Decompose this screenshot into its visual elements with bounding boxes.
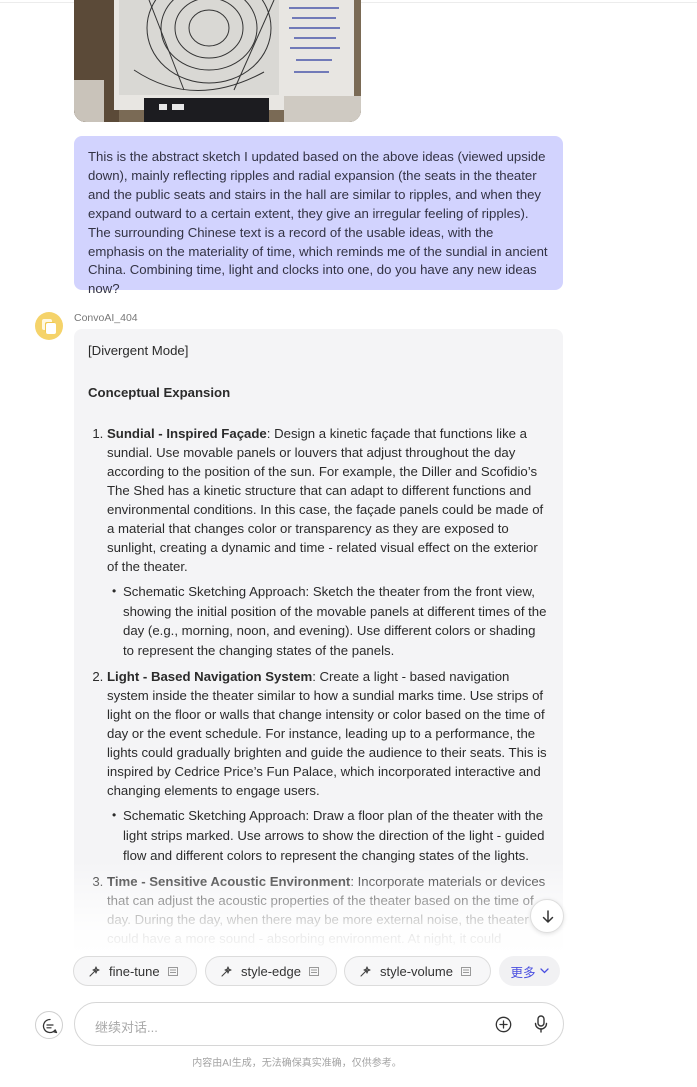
chip-label: style-volume [380, 963, 453, 979]
user-message-text: This is the abstract sketch I updated ba… [88, 149, 548, 297]
arrow-down-icon [542, 910, 554, 923]
idea-title: Light - Based Navigation System [107, 669, 313, 685]
chip-style-volume[interactable]: style-volume [344, 956, 491, 986]
bot-name: ConvoAI_404 [74, 312, 138, 324]
idea-body: : Create a light - based navigation syst… [107, 669, 547, 799]
idea-title: Sundial - Inspired Façade [107, 426, 267, 441]
template-icon [460, 966, 471, 976]
chip-label: style-edge [241, 963, 301, 979]
chevron-down-icon [539, 968, 549, 974]
template-icon [308, 966, 319, 976]
sparkle-icon [89, 965, 100, 977]
new-chat-button[interactable] [35, 1011, 63, 1039]
more-suggestions-button[interactable]: 更多 [499, 956, 560, 986]
ai-disclaimer: 内容由AI生成，无法确保真实准确，仅供参考。 [192, 1058, 402, 1069]
mode-label: [Divergent Mode] [88, 343, 189, 358]
chip-label: fine-tune [109, 963, 160, 979]
plus-circle-icon[interactable] [495, 1016, 512, 1033]
idea-list: Sundial - Inspired Façade: Design a kine… [88, 424, 549, 948]
chip-style-edge[interactable]: style-edge [205, 956, 337, 986]
uploaded-sketch-image[interactable] [74, 0, 361, 122]
bot-message-bubble: [Divergent Mode] Conceptual Expansion Su… [74, 329, 563, 954]
scroll-to-bottom-button[interactable] [530, 899, 564, 933]
microphone-icon[interactable] [533, 1015, 549, 1034]
user-message-bubble: This is the abstract sketch I updated ba… [74, 136, 563, 296]
idea-title: Time - Sensitive Acoustic Environment [107, 874, 351, 890]
sparkle-icon [360, 965, 371, 977]
sparkle-icon [221, 965, 232, 977]
idea-item: Time - Sensitive Acoustic Environment: I… [107, 872, 549, 948]
idea-sketch-approach: Schematic Sketching Approach: Draw a flo… [112, 806, 549, 865]
bot-avatar [35, 312, 63, 340]
idea-sketch-approach: Schematic Sketching Approach: Sketch the… [112, 582, 549, 660]
idea-item: Light - Based Navigation System: Create … [107, 667, 549, 865]
chip-fine-tune[interactable]: fine-tune [73, 956, 197, 986]
idea-item: Sundial - Inspired Façade: Design a kine… [107, 424, 549, 660]
chat-input-placeholder: 继续对话... [95, 1020, 158, 1035]
chat-input[interactable]: 继续对话... [74, 1002, 564, 1046]
more-label: 更多 [510, 965, 536, 980]
template-icon [167, 966, 178, 976]
chat-bubble-icon [42, 1018, 58, 1034]
idea-body: : Design a kinetic façade that functions… [107, 426, 544, 574]
section-heading: Conceptual Expansion [88, 385, 231, 400]
